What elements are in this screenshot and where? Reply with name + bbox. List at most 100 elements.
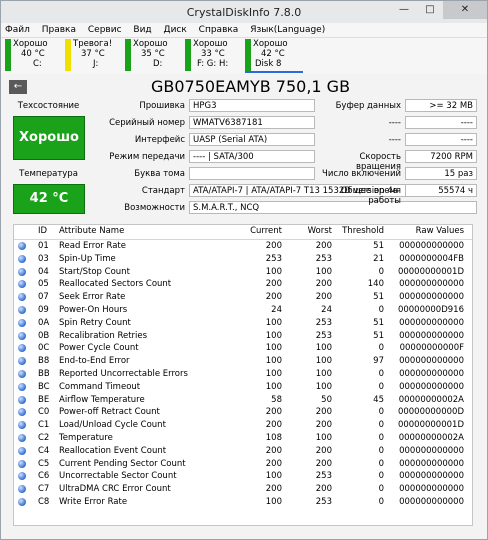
close-button[interactable]: ✕ (443, 1, 487, 19)
cell-raw: 00000000000D (397, 407, 464, 418)
table-row[interactable]: BC Command Timeout 100 100 0 000000000000 (14, 381, 472, 394)
table-row[interactable]: 0B Recalibration Retries 100 253 51 000000000… (14, 330, 472, 343)
col-id[interactable]: ID (38, 225, 47, 238)
status-dot-icon (18, 446, 26, 455)
table-row[interactable]: 09 Power-On Hours 24 24 0 00000000D916 (14, 304, 472, 317)
cell-current: 100 (265, 368, 282, 379)
maximize-button[interactable]: □ (417, 1, 443, 19)
disk-tab-disk8[interactable]: Хорошо 42 °C Disk 8 (245, 39, 303, 73)
table-row[interactable]: C6 Uncorrectable Sector Count 100 253 0 00000… (14, 470, 472, 483)
cell-current: 24 (271, 304, 282, 315)
table-row[interactable]: C8 Write Error Rate 100 253 0 000000000000 (14, 496, 472, 509)
menu-view[interactable]: Вид (133, 23, 151, 37)
table-row[interactable]: 05 Reallocated Sectors Count 200 200 140 0000… (14, 278, 472, 291)
disk-tab-j[interactable]: Тревога! 37 °C J: (65, 39, 123, 71)
previous-disk-button[interactable]: ← (9, 80, 27, 94)
table-row[interactable]: C1 Load/Unload Cycle Count 200 200 0 00000000… (14, 419, 472, 432)
table-row[interactable]: C0 Power-off Retract Count 200 200 0 00000000… (14, 406, 472, 419)
status-dot-icon (18, 280, 26, 289)
disk-status-bar (5, 39, 11, 71)
standard-label: Стандарт (141, 186, 185, 196)
cell-worst: 200 (315, 279, 332, 290)
table-row[interactable]: 04 Start/Stop Count 100 100 0 00000000001D (14, 266, 472, 279)
menu-language[interactable]: Язык(Language) (250, 23, 325, 37)
status-dot-icon (18, 357, 26, 366)
disk-temp: 37 °C (81, 49, 105, 59)
disk-status-bar (185, 39, 191, 71)
status-dot-icon (18, 318, 26, 327)
table-row[interactable]: BE Airflow Temperature 58 50 45 00000000002A (14, 394, 472, 407)
cell-threshold: 0 (378, 432, 384, 443)
cell-raw: 000000000000 (399, 458, 464, 469)
table-row[interactable]: 0C Power Cycle Count 100 100 0 00000000000F (14, 342, 472, 355)
disk-tab-c[interactable]: Хорошо 40 °C C: (5, 39, 63, 71)
table-row[interactable]: 01 Read Error Rate 200 200 51 000000000000 (14, 240, 472, 253)
cell-worst: 253 (315, 496, 332, 507)
table-row[interactable]: C4 Reallocation Event Count 200 200 0 0000000… (14, 445, 472, 458)
serial-label: Серийный номер (109, 118, 185, 128)
cell-threshold: 0 (378, 471, 384, 482)
cell-attribute: Read Error Rate (59, 241, 126, 251)
table-row[interactable]: B8 End-to-End Error 100 100 97 000000000000 (14, 355, 472, 368)
menu-service[interactable]: Сервис (88, 23, 122, 37)
cell-threshold: 0 (378, 381, 384, 392)
cell-current: 200 (265, 484, 282, 495)
transfer-label: Режим передачи (109, 152, 185, 162)
cell-raw: 000000000000 (399, 292, 464, 303)
table-row[interactable]: C7 UltraDMA CRC Error Count 200 200 0 0000000… (14, 483, 472, 496)
cell-raw: 000000000000 (399, 356, 464, 367)
status-dot-icon (18, 421, 26, 430)
firmware-value: HPG3 (189, 99, 315, 112)
disk-status: Хорошо (133, 39, 168, 49)
cell-current: 200 (265, 241, 282, 251)
cell-id: 01 (38, 241, 49, 251)
interface-label: Интерфейс (134, 135, 185, 145)
col-worst[interactable]: Worst (284, 225, 332, 238)
menu-disk[interactable]: Диск (164, 23, 187, 37)
col-threshold[interactable]: Threshold (334, 225, 384, 238)
temperature-label: Температура (19, 169, 78, 179)
cell-id: 0C (38, 343, 50, 354)
col-current[interactable]: Current (224, 225, 282, 238)
menu-file[interactable]: Файл (5, 23, 30, 37)
blank2-value: ---- (405, 133, 477, 146)
table-row[interactable]: C2 Temperature 108 100 0 00000000002A (14, 432, 472, 445)
cell-worst: 200 (315, 458, 332, 469)
menu-help[interactable]: Справка (199, 23, 239, 37)
cell-worst: 253 (315, 471, 332, 482)
col-raw[interactable]: Raw Values (386, 225, 464, 238)
cell-threshold: 51 (373, 330, 384, 341)
disk-status: Хорошо (13, 39, 48, 49)
cell-current: 200 (265, 292, 282, 303)
disk-tab-fgh[interactable]: Хорошо 33 °C F: G: H: (185, 39, 243, 71)
table-row[interactable]: 03 Spin-Up Time 253 253 21 0000000004FB (14, 253, 472, 266)
col-attribute[interactable]: Attribute Name (59, 225, 124, 238)
disk-letter: C: (33, 59, 42, 69)
cell-id: B8 (38, 356, 50, 367)
table-row[interactable]: BB Reported Uncorrectable Errors 100 100 0 00… (14, 368, 472, 381)
menu-edit[interactable]: Правка (42, 23, 76, 37)
table-row[interactable]: 0A Spin Retry Count 100 253 51 000000000000 (14, 317, 472, 330)
cell-attribute: Reported Uncorrectable Errors (59, 368, 188, 379)
disk-tab-d[interactable]: Хорошо 35 °C D: (125, 39, 183, 71)
cell-raw: 000000000000 (399, 445, 464, 456)
table-row[interactable]: 07 Seek Error Rate 200 200 51 000000000000 (14, 291, 472, 304)
temperature-status-button[interactable]: 42 °C (13, 184, 85, 214)
drive-panel: ← GB0750EAMYB 750,1 GB Техсостояние Хоро… (1, 74, 487, 539)
cell-current: 100 (265, 266, 282, 277)
smart-table[interactable]: ID Attribute Name Current Worst Threshol… (13, 224, 473, 526)
status-dot-icon (18, 459, 26, 468)
volume-letter-label: Буква тома (134, 169, 185, 179)
cell-attribute: Reallocated Sectors Count (59, 279, 172, 290)
cell-worst: 100 (315, 381, 332, 392)
blank1-label: ---- (388, 118, 401, 128)
status-dot-icon (18, 497, 26, 506)
cell-raw: 000000000000 (399, 317, 464, 328)
cell-raw: 000000000000 (399, 496, 464, 507)
minimize-button[interactable]: — (391, 1, 417, 19)
cell-current: 200 (265, 407, 282, 418)
cell-raw: 000000000000 (399, 381, 464, 392)
cell-threshold: 0 (378, 496, 384, 507)
health-status-button[interactable]: Хорошо (13, 116, 85, 160)
table-row[interactable]: C5 Current Pending Sector Count 200 200 0 000… (14, 458, 472, 471)
